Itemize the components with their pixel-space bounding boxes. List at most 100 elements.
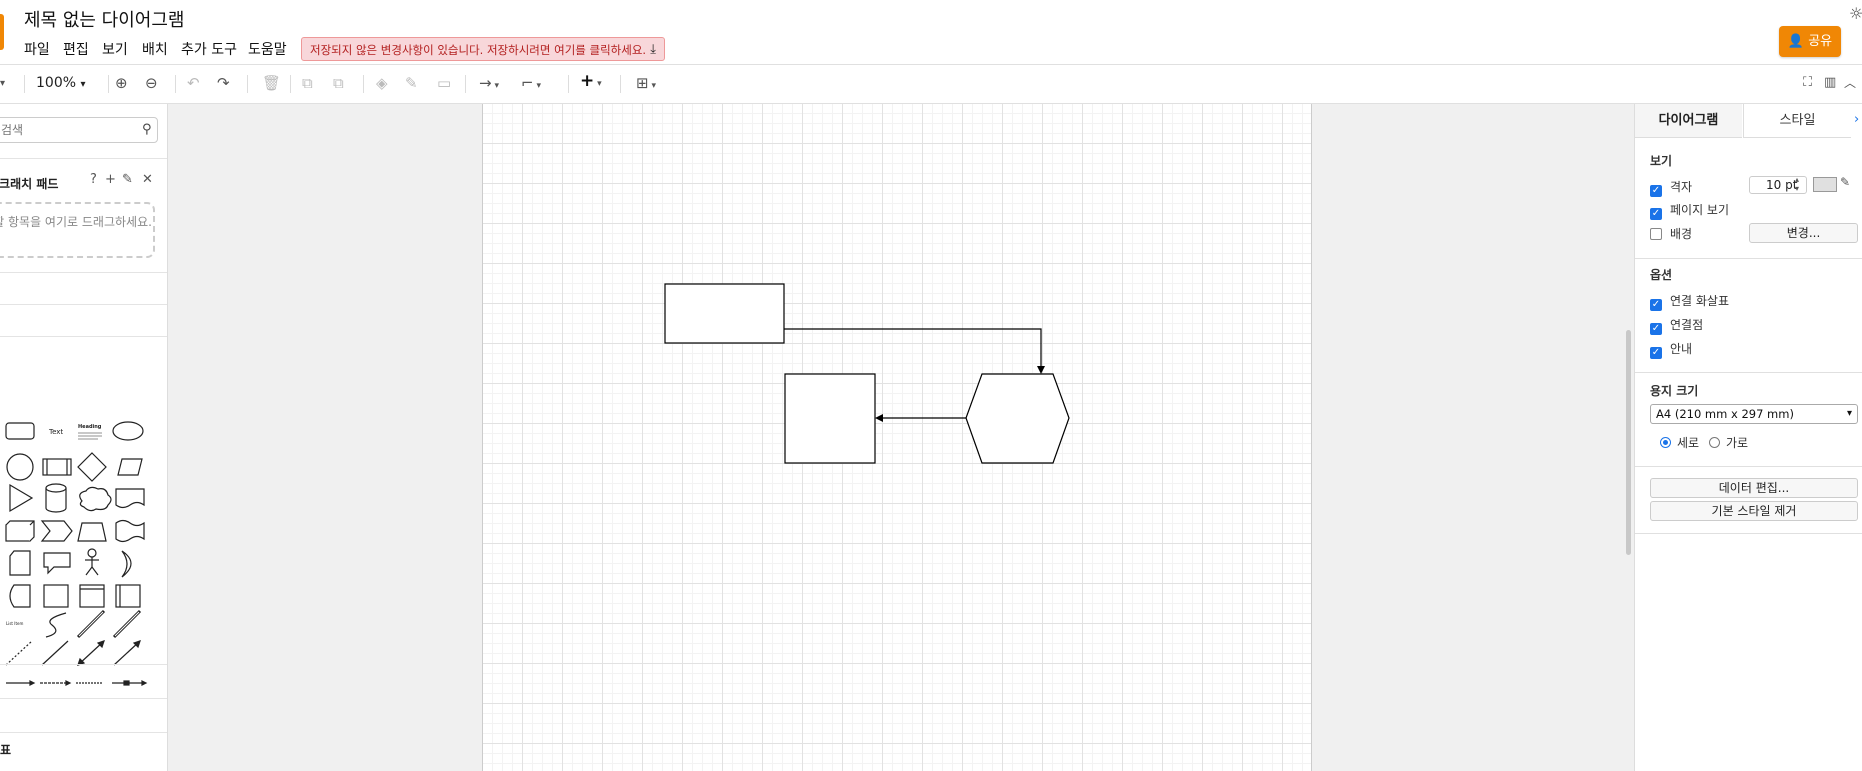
rectangle-shape[interactable] — [664, 283, 785, 344]
shape-trapezoid[interactable] — [77, 522, 107, 542]
grid-size-stepper[interactable]: ▴ ▾ — [1795, 175, 1799, 193]
shape-step[interactable] — [40, 520, 73, 542]
shape-or[interactable] — [121, 550, 132, 578]
clear-default-style-button[interactable]: 기본 스타일 제거 — [1650, 501, 1858, 521]
background-option[interactable]: 배경 — [1650, 225, 1692, 242]
chevron-down-icon[interactable]: ▾ — [0, 75, 5, 93]
shape-card[interactable] — [9, 550, 31, 576]
sun-icon[interactable]: ☼ — [1849, 4, 1862, 23]
shape-line[interactable] — [41, 640, 69, 666]
paper-size-select[interactable]: A4 (210 mm x 297 mm) ▾ — [1650, 404, 1858, 424]
square-shape[interactable] — [784, 373, 876, 464]
diagram-page[interactable] — [482, 104, 1312, 771]
zoom-dropdown[interactable]: 100% ▾ — [36, 75, 86, 91]
shadow-icon[interactable]: ▭ — [437, 74, 451, 92]
diagram-title[interactable]: 제목 없는 다이어그램 — [24, 6, 184, 32]
shape-directional-connector[interactable] — [113, 640, 141, 666]
guides-checkbox[interactable]: ✓ — [1650, 347, 1662, 359]
insert-icon[interactable]: + ▾ — [580, 72, 602, 93]
connection-arrows-option[interactable]: ✓ 연결 화살표 — [1650, 292, 1729, 311]
portrait-option[interactable]: 세로 — [1660, 434, 1699, 451]
connection-arrows-checkbox[interactable]: ✓ — [1650, 299, 1662, 311]
sidebar-section-table[interactable]: 표 — [0, 741, 11, 758]
shape-tape[interactable] — [115, 519, 145, 543]
guides-option[interactable]: ✓ 안내 — [1650, 340, 1692, 359]
shape-cube[interactable] — [5, 520, 35, 542]
shape-bidirectional-connector[interactable] — [77, 640, 105, 666]
landscape-option[interactable]: 가로 — [1709, 434, 1748, 451]
portrait-radio[interactable] — [1660, 437, 1671, 448]
zoom-in-icon[interactable]: ⊕ — [115, 74, 128, 92]
background-checkbox[interactable] — [1650, 228, 1662, 240]
to-back-icon[interactable]: ⧉ — [333, 74, 344, 92]
delete-icon[interactable]: 🗑 — [262, 74, 281, 92]
collapse-icon[interactable]: ︿ — [1844, 74, 1856, 92]
share-button[interactable]: 👤 공유 — [1779, 26, 1841, 57]
search-icon[interactable]: ⚲ — [142, 122, 152, 137]
app-logo[interactable] — [0, 14, 4, 50]
close-icon[interactable]: ✕ — [142, 172, 153, 187]
to-front-icon[interactable]: ⧉ — [302, 74, 313, 92]
shape-link-1[interactable] — [6, 680, 36, 686]
tab-style[interactable]: 스타일 — [1743, 104, 1851, 138]
waypoints-icon[interactable]: ⌐ ▾ — [521, 74, 541, 95]
menu-arrange[interactable]: 배치 — [142, 39, 168, 59]
page-view-checkbox[interactable]: ✓ — [1650, 208, 1662, 220]
grid-color-swatch[interactable] — [1813, 177, 1837, 192]
grid-checkbox[interactable]: ✓ — [1650, 185, 1662, 197]
scratchpad-drop-zone[interactable]: 저장할 항목을 여기로 드래그하세요. — [0, 202, 160, 258]
add-icon[interactable]: + — [105, 172, 116, 187]
shape-document[interactable] — [115, 488, 145, 509]
connector-arrow[interactable] — [784, 328, 1042, 369]
shape-container[interactable] — [79, 584, 105, 608]
edit-icon[interactable]: ✎ — [122, 172, 133, 187]
shape-circle[interactable] — [6, 453, 34, 481]
line-color-icon[interactable]: ✎ — [405, 74, 418, 92]
shape-bidirectional-arrow[interactable] — [76, 609, 106, 639]
shape-ellipse[interactable] — [112, 421, 144, 441]
shape-text[interactable]: Text — [48, 428, 63, 436]
unsaved-changes-notice[interactable]: 저장되지 않은 변경사항이 있습니다. 저장하시려면 여기를 클릭하세요. ⤓ — [301, 37, 665, 61]
format-panel-icon[interactable]: ▥ — [1824, 74, 1836, 92]
menu-file[interactable]: 파일 — [24, 39, 50, 59]
close-panel-icon[interactable]: › — [1854, 112, 1859, 127]
page-view-option[interactable]: ✓ 페이지 보기 — [1650, 201, 1729, 220]
shape-parallelogram[interactable] — [117, 458, 143, 476]
zoom-out-icon[interactable]: ⊖ — [145, 74, 158, 92]
shape-triangle[interactable] — [9, 483, 34, 513]
shape-rounded-rect[interactable] — [5, 422, 35, 440]
menu-extras[interactable]: 추가 도구 — [181, 39, 237, 59]
redo-icon[interactable]: ↷ — [217, 74, 230, 92]
shape-square[interactable] — [43, 584, 69, 608]
shape-process[interactable] — [42, 458, 72, 476]
connection-points-checkbox[interactable]: ✓ — [1650, 323, 1662, 335]
shape-internal-storage[interactable] — [115, 584, 141, 608]
shape-heading[interactable]: Heading — [78, 424, 102, 440]
shape-arrow[interactable] — [112, 609, 142, 639]
fullscreen-icon[interactable]: ⛶ — [1803, 74, 1812, 92]
menu-view[interactable]: 보기 — [102, 39, 128, 59]
shape-link-2[interactable] — [40, 680, 72, 686]
shape-data-storage[interactable] — [9, 584, 31, 608]
fill-color-icon[interactable]: ◈ — [376, 74, 388, 92]
vertical-scrollbar[interactable] — [1626, 330, 1631, 555]
table-icon[interactable]: ⊞ ▾ — [636, 74, 656, 95]
search-input[interactable] — [0, 117, 158, 143]
shape-list-item[interactable]: List Item — [6, 621, 23, 626]
shape-actor[interactable] — [85, 548, 99, 576]
connection-icon[interactable]: → ▾ — [479, 74, 499, 95]
pencil-icon[interactable]: ✎ — [1840, 175, 1850, 189]
grid-option[interactable]: ✓ 격자 — [1650, 178, 1692, 197]
tab-diagram[interactable]: 다이어그램 — [1635, 104, 1742, 138]
hexagon-shape[interactable] — [965, 373, 1070, 464]
change-background-button[interactable]: 변경... — [1749, 223, 1858, 243]
shape-link-4[interactable] — [112, 680, 148, 686]
connection-points-option[interactable]: ✓ 연결점 — [1650, 316, 1703, 335]
menu-help[interactable]: 도움말 — [248, 39, 287, 59]
shape-callout[interactable] — [43, 552, 71, 575]
shape-curve[interactable] — [45, 612, 67, 638]
shape-dashed-line[interactable] — [5, 640, 33, 666]
edit-data-button[interactable]: 데이터 편집... — [1650, 478, 1858, 498]
shape-cloud[interactable] — [79, 486, 112, 512]
undo-icon[interactable]: ↶ — [187, 74, 200, 92]
